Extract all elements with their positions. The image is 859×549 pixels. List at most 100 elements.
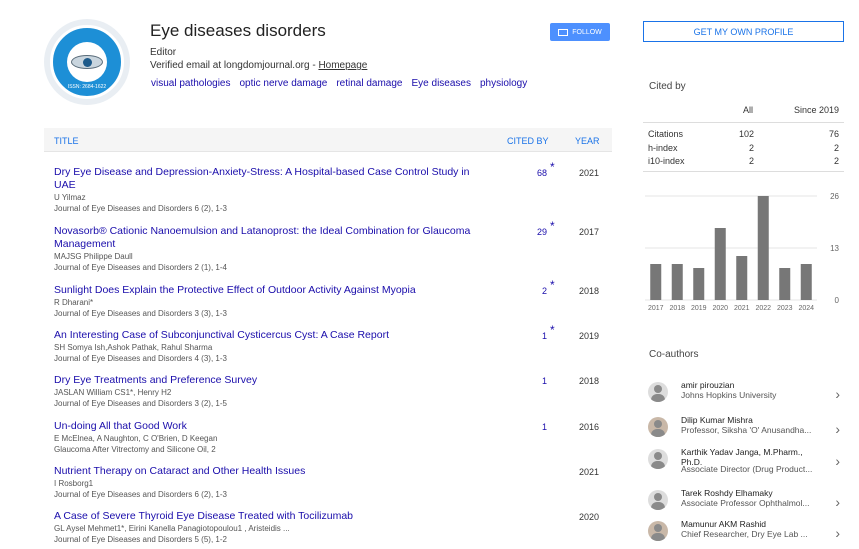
chart-bar[interactable] — [779, 268, 791, 300]
cited-by-count[interactable]: 1 — [517, 331, 547, 341]
cited-by-count[interactable]: 1 — [517, 422, 547, 432]
coauthor-item[interactable]: Karthik Yadav Janga, M.Pharm., Ph.D. Asso… — [648, 443, 844, 477]
coauthor-affiliation: Johns Hopkins University — [681, 390, 777, 400]
article-authors: I Rosborg1 — [54, 479, 94, 488]
sort-title[interactable]: TITLE — [54, 136, 79, 146]
stat-label[interactable]: i10-index — [648, 156, 685, 166]
chart-bar[interactable] — [671, 264, 683, 300]
email-text: Verified email at longdomjournal.org - — [150, 60, 319, 71]
article-title[interactable]: A Case of Severe Thyroid Eye Disease Tre… — [54, 510, 484, 523]
cited-by-count[interactable]: 1 — [517, 376, 547, 386]
x-tick-label: 2020 — [712, 305, 728, 312]
logo-ring: ISSN: 2684-1622 — [50, 25, 124, 99]
chart-bar[interactable] — [650, 264, 662, 300]
follow-label: FOLLOW — [572, 28, 602, 36]
sort-cited-by[interactable]: CITED BY — [507, 136, 549, 146]
profile-email: Verified email at longdomjournal.org - H… — [150, 60, 367, 71]
merged-citation-marker: * — [550, 160, 555, 174]
article-title[interactable]: Novasorb® Cationic Nanoemulsion and Lata… — [54, 225, 484, 251]
article-year: 2020 — [579, 512, 600, 522]
coauthor-item[interactable]: amir pirouzian Johns Hopkins University › — [648, 376, 844, 410]
chevron-right-icon[interactable]: › — [835, 494, 840, 510]
cited-by-count[interactable]: 68 — [517, 168, 547, 178]
avatar-head — [654, 524, 662, 532]
article-title[interactable]: An Interesting Case of Subconjunctival C… — [54, 329, 484, 342]
x-tick-label: 2024 — [798, 305, 814, 312]
coauthor-name[interactable]: Mamunur AKM Rashid — [681, 519, 766, 529]
citations-chart: 2017 2018 2019 2020 2021 2022 2023 2024 26 13 0 — [645, 188, 845, 314]
get-my-own-profile-button[interactable]: GET MY OWN PROFILE — [643, 21, 844, 42]
article-title[interactable]: Sunlight Does Explain the Protective Eff… — [54, 284, 484, 297]
homepage-link[interactable]: Homepage — [318, 60, 367, 71]
interest-link[interactable]: retinal damage — [336, 78, 402, 89]
article-title[interactable]: Dry Eye Disease and Depression-Anxiety-S… — [54, 166, 484, 192]
avatar-head — [654, 452, 662, 460]
chart-bar[interactable] — [693, 268, 705, 300]
citations-chart-svg: 2017 2018 2019 2020 2021 2022 2023 2024 26 13 0 — [645, 192, 840, 312]
coauthor-item[interactable]: Mamunur AKM Rashid Chief Researcher, Dry … — [648, 515, 844, 549]
interest-link[interactable]: physiology — [480, 78, 527, 89]
coauthor-affiliation: Associate Professor Ophthalmol... — [681, 498, 810, 508]
chevron-right-icon[interactable]: › — [835, 453, 840, 469]
avatar-body — [651, 461, 665, 469]
y-tick-label: 0 — [835, 296, 840, 305]
mail-icon — [558, 28, 569, 36]
x-tick-label: 2022 — [755, 305, 771, 312]
avatar — [648, 490, 668, 510]
chevron-right-icon[interactable]: › — [835, 421, 840, 437]
article-year: 2018 — [579, 376, 600, 386]
article-venue: Journal of Eye Diseases and Disorders 3 … — [54, 309, 227, 318]
article-year: 2021 — [579, 168, 600, 178]
avatar-head — [654, 385, 662, 393]
follow-button[interactable]: FOLLOW — [550, 23, 610, 41]
coauthor-name[interactable]: amir pirouzian — [681, 380, 734, 390]
col-since: Since 2019 — [794, 105, 840, 115]
col-all: All — [743, 105, 754, 115]
chevron-right-icon[interactable]: › — [835, 386, 840, 402]
cited-by-count[interactable]: 29 — [517, 227, 547, 237]
chevron-right-icon[interactable]: › — [835, 525, 840, 541]
interest-link[interactable]: optic nerve damage — [240, 78, 328, 89]
article-venue: Glaucoma After Vitrectomy and Silicone O… — [54, 445, 216, 454]
article-authors: R Dharani* — [54, 298, 94, 307]
chart-bar[interactable] — [714, 228, 726, 300]
avatar-body — [651, 533, 665, 541]
coauthor-item[interactable]: Dilip Kumar Mishra Professor, Siksha 'O' … — [648, 411, 844, 445]
avatar-head — [654, 420, 662, 428]
coauthor-item[interactable]: Tarek Roshdy Elhamaky Associate Professor… — [648, 484, 844, 518]
chart-bar[interactable] — [800, 264, 812, 300]
stat-since: 2 — [833, 143, 839, 153]
divider — [643, 171, 844, 172]
x-tick-label: 2018 — [669, 305, 685, 312]
research-interests: visual pathologies optic nerve damage reti… — [151, 78, 536, 89]
interest-link[interactable]: visual pathologies — [151, 78, 231, 89]
article-venue: Journal of Eye Diseases and Disorders 6 … — [54, 490, 227, 499]
article-venue: Journal of Eye Diseases and Disorders 6 … — [54, 204, 227, 213]
article-authors: SH Somya Ish,Ashok Pathak, Rahul Sharma — [54, 343, 213, 352]
article-title[interactable]: Nutrient Therapy on Cataract and Other H… — [54, 465, 484, 478]
cited-by-count[interactable]: 2 — [517, 286, 547, 296]
sort-year[interactable]: YEAR — [575, 136, 600, 146]
chart-bar[interactable] — [736, 256, 748, 300]
coauthor-name[interactable]: Tarek Roshdy Elhamaky — [681, 488, 773, 498]
cited-by-heading: Cited by — [649, 81, 686, 92]
avatar — [648, 449, 668, 469]
avatar — [648, 417, 668, 437]
profile-role: Editor — [150, 47, 177, 58]
stat-label[interactable]: Citations — [648, 129, 683, 139]
journal-logo: ISSN: 2684-1622 — [44, 19, 130, 105]
interest-link[interactable]: Eye diseases — [412, 78, 471, 89]
article-year: 2017 — [579, 227, 600, 237]
iris-icon — [83, 58, 92, 67]
coauthor-name[interactable]: Dilip Kumar Mishra — [681, 415, 753, 425]
logo-core — [67, 42, 107, 82]
chart-bar[interactable] — [757, 196, 769, 300]
stat-label[interactable]: h-index — [648, 143, 678, 153]
merged-citation-marker: * — [550, 219, 555, 233]
logo-issn: ISSN: 2684-1622 — [67, 84, 107, 90]
coauthors-heading: Co-authors — [649, 349, 699, 360]
article-title[interactable]: Dry Eye Treatments and Preference Survey — [54, 374, 484, 387]
article-title[interactable]: Un-doing All that Good Work — [54, 420, 484, 433]
y-tick-label: 26 — [830, 192, 839, 201]
avatar-body — [651, 394, 665, 402]
